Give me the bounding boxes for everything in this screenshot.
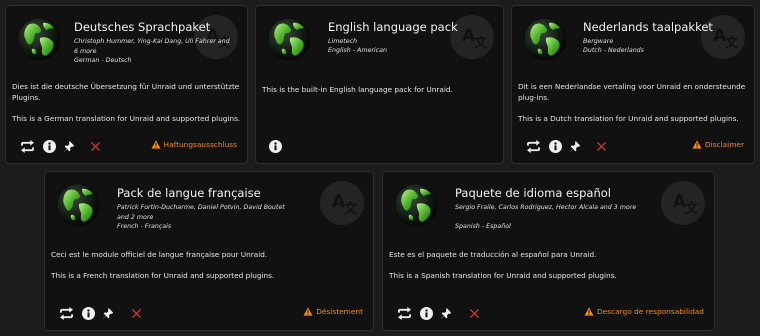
pin-icon	[569, 140, 582, 153]
info-icon	[549, 140, 562, 153]
info-icon	[420, 307, 433, 320]
sync-button[interactable]	[57, 304, 75, 322]
plugin-translation-note: This is a Dutch translation for Unraid a…	[518, 114, 739, 123]
plugin-authors: Limetech	[328, 38, 358, 45]
plugin-translation-note: This is a German translation for Unraid …	[12, 114, 241, 123]
info-button[interactable]	[42, 137, 56, 155]
plugin-actions: Haftungsausschluss	[18, 137, 237, 155]
plugin-language: German - Deutsch	[74, 57, 132, 64]
disclaimer-label: Haftungsausschluss	[163, 140, 237, 149]
disclaimer-link[interactable]: Haftungsausschluss	[151, 140, 237, 149]
disclaimer-label: Disclaimer	[704, 140, 744, 149]
disclaimer-label: Désistement	[316, 307, 363, 316]
plugin-authors: Patrick Fortin-Ducharme, Daniel Potvin, …	[117, 204, 285, 221]
plugin-card-french: Pack de langue française Patrick Fortin-…	[44, 171, 374, 331]
plugin-authors: Bergware	[583, 38, 614, 45]
sync-icon	[19, 140, 36, 153]
sync-button[interactable]	[18, 137, 36, 155]
close-icon	[131, 308, 142, 319]
translate-icon	[660, 180, 706, 226]
plugin-actions: Disclaimer	[524, 137, 744, 155]
warning-icon	[584, 307, 594, 316]
close-icon	[469, 308, 480, 319]
info-button[interactable]	[419, 304, 433, 322]
globe-icon	[522, 16, 568, 62]
plugin-name[interactable]: Deutsches Sprachpaket	[74, 20, 210, 34]
plugin-language: Spanish - Español	[455, 223, 511, 230]
plugin-language: French - Français	[117, 223, 172, 230]
pin-button[interactable]	[101, 304, 115, 322]
info-icon	[43, 140, 56, 153]
plugin-card-german: Deutsches Sprachpaket Christoph Hummer, …	[5, 5, 248, 164]
info-icon	[269, 140, 282, 153]
disclaimer-link[interactable]: Disclaimer	[692, 140, 744, 149]
translate-icon	[319, 180, 365, 226]
plugin-name[interactable]: Nederlands taalpakket	[583, 20, 713, 34]
plugin-card-spanish: Paquete de idioma español Sergio Fraile,…	[382, 171, 715, 331]
globe-icon	[393, 182, 439, 228]
plugin-translation-note: This is a Spanish translation for Unraid…	[389, 271, 617, 280]
close-icon	[90, 141, 101, 152]
remove-button[interactable]	[129, 304, 143, 322]
sync-icon	[396, 307, 413, 320]
remove-button[interactable]	[594, 137, 608, 155]
globe-icon	[266, 16, 312, 62]
plugin-language: Dutch - Nederlands	[583, 47, 644, 54]
globe-icon	[16, 16, 62, 62]
plugin-name[interactable]: English language pack	[328, 20, 458, 34]
remove-button[interactable]	[88, 137, 102, 155]
info-icon	[82, 307, 95, 320]
info-button[interactable]	[81, 304, 95, 322]
pin-icon	[440, 307, 453, 320]
disclaimer-link[interactable]: Désistement	[303, 307, 363, 316]
sync-icon	[58, 307, 75, 320]
plugin-name[interactable]: Pack de langue française	[117, 186, 261, 200]
info-button[interactable]	[268, 137, 282, 155]
sync-icon	[525, 140, 542, 153]
plugin-description: Dit is een Nederlandse vertaling voor Un…	[518, 82, 746, 102]
plugin-name[interactable]: Paquete de idioma español	[455, 186, 611, 200]
plugin-translation-note: This is a French translation for Unraid …	[51, 271, 275, 280]
plugin-authors: Sergio Fraile, Carlos Rodriguez, Hector …	[455, 204, 637, 211]
close-icon	[596, 141, 607, 152]
disclaimer-link[interactable]: Descargo de responsabilidad	[584, 307, 704, 316]
plugin-actions: Descargo de responsabilidad	[395, 304, 704, 322]
plugin-card-english: English language pack Limetech English -…	[255, 5, 504, 164]
globe-icon	[55, 182, 101, 228]
plugin-card-dutch: Nederlands taalpakket Bergware Dutch - N…	[511, 5, 755, 164]
warning-icon	[303, 307, 313, 316]
plugin-description: Ceci est le module officiel de langue fr…	[51, 250, 268, 259]
pin-icon	[63, 140, 76, 153]
sync-button[interactable]	[395, 304, 413, 322]
plugin-actions: Désistement	[57, 304, 363, 322]
plugin-language: English - American	[328, 47, 387, 54]
remove-button[interactable]	[467, 304, 481, 322]
plugin-description: Este es el paquete de traducción al espa…	[389, 250, 597, 259]
pin-icon	[102, 307, 115, 320]
plugin-authors: Christoph Hummer, Ying-Kai Dang, Uli Fah…	[74, 38, 230, 55]
disclaimer-label: Descargo de responsabilidad	[596, 307, 704, 316]
warning-icon	[692, 140, 702, 149]
plugin-actions	[268, 137, 493, 155]
pin-button[interactable]	[439, 304, 453, 322]
plugin-description: Dies ist die deutsche Übersetzung für Un…	[12, 82, 240, 102]
info-button[interactable]	[548, 137, 562, 155]
pin-button[interactable]	[568, 137, 582, 155]
pin-button[interactable]	[62, 137, 76, 155]
warning-icon	[151, 140, 161, 149]
sync-button[interactable]	[524, 137, 542, 155]
plugin-description: This is the built-in English language pa…	[262, 85, 453, 94]
